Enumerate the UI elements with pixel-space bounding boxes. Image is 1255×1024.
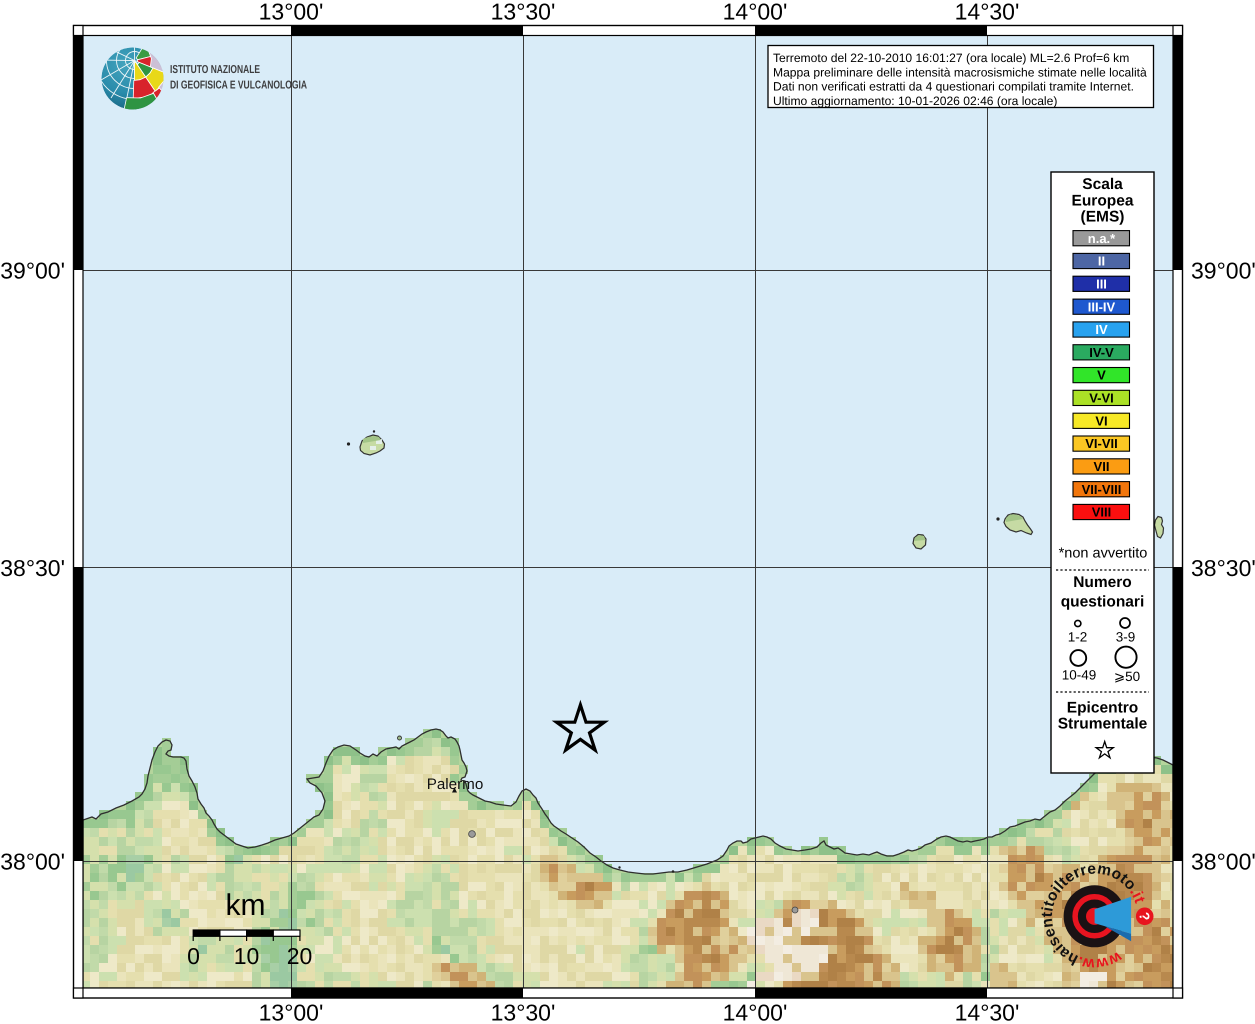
svg-text:14°30': 14°30' [955, 0, 1020, 25]
svg-text:Numero: Numero [1073, 574, 1132, 591]
svg-text:V: V [1097, 368, 1106, 383]
svg-text:III: III [1096, 276, 1107, 291]
svg-text:VI-VII: VI-VII [1085, 436, 1118, 451]
svg-text:II: II [1098, 254, 1105, 269]
svg-text:38°00': 38°00' [0, 849, 65, 875]
svg-text:Europea: Europea [1071, 193, 1133, 210]
svg-text:1-2: 1-2 [1068, 630, 1088, 645]
svg-text:14°00': 14°00' [723, 0, 788, 25]
svg-text:10-49: 10-49 [1062, 668, 1097, 683]
svg-text:13°00': 13°00' [259, 1000, 324, 1024]
svg-text:ISTITUTO NAZIONALE: ISTITUTO NAZIONALE [170, 64, 260, 76]
svg-text:III-IV: III-IV [1088, 299, 1116, 314]
svg-text:km: km [226, 889, 266, 922]
svg-text:DI GEOFISICA E VULCANOLOGIA: DI GEOFISICA E VULCANOLOGIA [170, 80, 307, 92]
svg-text:38°30': 38°30' [0, 555, 65, 581]
svg-text:14°30': 14°30' [955, 1000, 1020, 1024]
svg-text:13°00': 13°00' [259, 0, 324, 25]
svg-text:Strumentale: Strumentale [1058, 716, 1148, 733]
svg-text:39°00': 39°00' [0, 258, 65, 284]
svg-text:*non avvertito: *non avvertito [1059, 546, 1148, 562]
svg-text:questionari: questionari [1061, 594, 1145, 611]
svg-text:VII-VIII: VII-VIII [1082, 482, 1122, 497]
svg-text:Palermo: Palermo [427, 776, 484, 793]
svg-text:13°30': 13°30' [491, 0, 556, 25]
svg-text:38°30': 38°30' [1191, 555, 1255, 581]
svg-text:IV: IV [1095, 322, 1108, 337]
svg-text:13°30': 13°30' [491, 1000, 556, 1024]
svg-text:VII: VII [1094, 459, 1110, 474]
svg-text:V-VI: V-VI [1089, 391, 1114, 406]
svg-text:(EMS): (EMS) [1081, 209, 1125, 226]
svg-text:3-9: 3-9 [1116, 630, 1136, 645]
svg-text:20: 20 [287, 943, 313, 969]
svg-text:IV-V: IV-V [1089, 345, 1114, 360]
svg-text:38°00': 38°00' [1191, 849, 1255, 875]
svg-text:VIII: VIII [1092, 505, 1112, 520]
svg-text:Mappa preliminare delle intens: Mappa preliminare delle intensità macros… [773, 65, 1147, 79]
svg-text:10: 10 [234, 943, 260, 969]
svg-text:n.a.*: n.a.* [1088, 231, 1116, 246]
svg-text:14°00': 14°00' [723, 1000, 788, 1024]
svg-text:Terremoto del 22-10-2010 16:01: Terremoto del 22-10-2010 16:01:27 (ora l… [773, 51, 1129, 65]
svg-text:Ultimo aggiornamento: 10-01-20: Ultimo aggiornamento: 10-01-2026 02:46 (… [773, 94, 1057, 108]
svg-text:39°00': 39°00' [1191, 258, 1255, 284]
svg-text:0: 0 [187, 943, 200, 969]
svg-text:Scala: Scala [1082, 176, 1123, 193]
svg-text:VI: VI [1095, 413, 1107, 428]
svg-text:Dati non verificati estratti d: Dati non verificati estratti da 4 questi… [773, 80, 1134, 94]
svg-text:⩾50: ⩾50 [1114, 669, 1140, 684]
svg-text:Epicentro: Epicentro [1067, 700, 1138, 717]
